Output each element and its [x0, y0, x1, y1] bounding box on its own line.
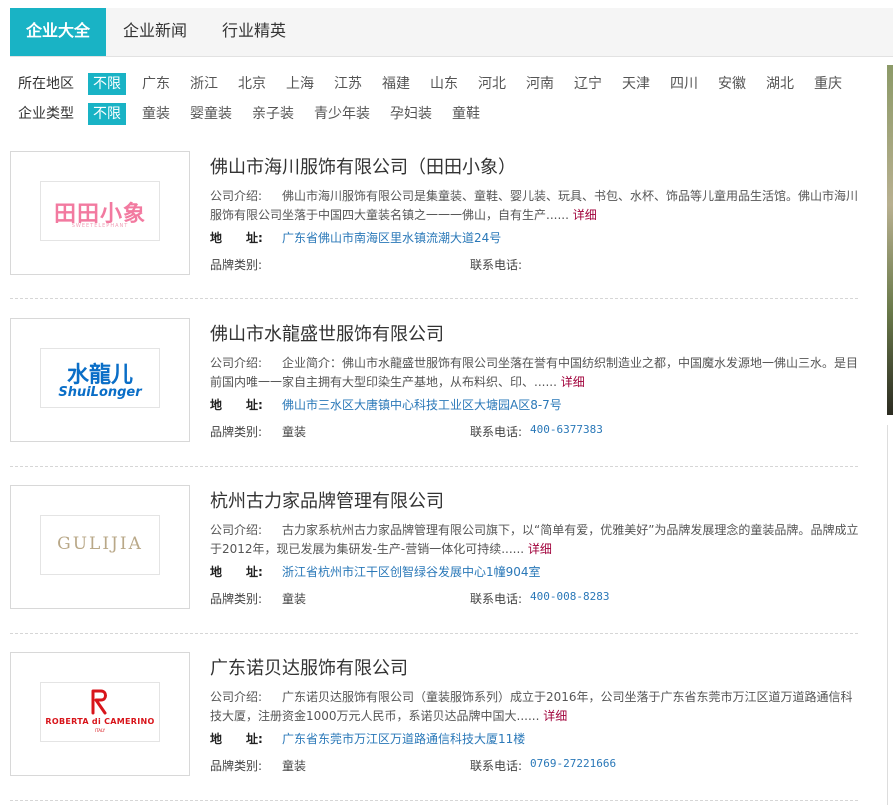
logo-subtext: ShuiLonger — [58, 385, 142, 400]
region-option[interactable]: 四川 — [670, 73, 698, 95]
intro-label: 公司介绍: — [210, 690, 263, 704]
region-option[interactable]: 北京 — [238, 73, 266, 95]
brand-value: 童装 — [282, 759, 307, 773]
company-card: ROBERTA di CAMERINO ITALY 广东诺贝达服饰有限公司 公司… — [10, 652, 860, 802]
region-option[interactable]: 天津 — [622, 73, 650, 95]
type-option[interactable]: 青少年装 — [314, 103, 370, 125]
type-filter-label: 企业类型 — [18, 106, 74, 122]
region-option[interactable]: 河北 — [478, 73, 506, 95]
roberta-r-icon — [91, 689, 107, 715]
phone-label: 联系电话: — [470, 759, 523, 773]
logo-frame: 水龍儿 ShuiLonger — [40, 348, 160, 408]
region-option[interactable]: 浙江 — [190, 73, 218, 95]
region-option[interactable]: 辽宁 — [574, 73, 602, 95]
type-option[interactable]: 亲子装 — [252, 103, 294, 125]
company-name[interactable]: 佛山市水龍盛世服饰有限公司 — [210, 320, 444, 346]
region-option[interactable]: 江苏 — [334, 73, 362, 95]
detail-link[interactable]: 详细 — [561, 375, 585, 389]
brand-label: 品牌类别: — [210, 425, 263, 439]
phone-value[interactable]: 400-6377383 — [530, 423, 603, 436]
address-label: 地 址: — [210, 231, 263, 245]
phone-label: 联系电话: — [470, 258, 523, 272]
tab-bar: 企业大全 企业新闻 行业精英 — [10, 8, 893, 57]
address-link[interactable]: 佛山市三水区大唐镇中心科技工业区大塘园A区8-7号 — [282, 396, 562, 413]
intro-ellipsis: ...... — [546, 208, 569, 222]
company-logo[interactable]: 田田小象 SWEETELEPHANT — [10, 151, 190, 275]
phone-label: 联系电话: — [470, 592, 523, 606]
tab-industry-elite[interactable]: 行业精英 — [204, 8, 304, 56]
tab-enterprise-directory[interactable]: 企业大全 — [10, 8, 106, 56]
intro-label: 公司介绍: — [210, 356, 263, 370]
region-option[interactable]: 上海 — [286, 73, 314, 95]
card-divider — [10, 466, 858, 467]
tab-enterprise-news[interactable]: 企业新闻 — [106, 8, 204, 56]
company-name[interactable]: 广东诺贝达服饰有限公司 — [210, 654, 408, 680]
logo-text: GULIJIA — [57, 534, 143, 554]
intro-ellipsis: ...... — [516, 709, 540, 723]
company-card: 田田小象 SWEETELEPHANT 佛山市海川服饰有限公司（田田小象） 公司介… — [10, 151, 860, 301]
logo-subtext: SWEETELEPHANT — [71, 223, 129, 229]
intro-ellipsis: ...... — [534, 375, 557, 389]
card-divider — [10, 800, 858, 801]
region-option-any[interactable]: 不限 — [88, 73, 126, 95]
logo-text: ROBERTA di CAMERINO — [45, 717, 155, 726]
company-intro: 公司介绍: 企业简介：佛山市水龍盛世服饰有限公司坐落在誉有中国纺织制造业之都，中… — [210, 354, 862, 392]
logo-subtext: ITALY — [94, 728, 106, 733]
region-option[interactable]: 湖北 — [766, 73, 794, 95]
region-filter-label: 所在地区 — [18, 76, 74, 92]
company-logo[interactable]: GULIJIA — [10, 485, 190, 609]
brand-value: 童装 — [282, 425, 307, 439]
type-option[interactable]: 童装 — [142, 103, 170, 125]
company-intro: 公司介绍: 佛山市海川服饰有限公司是集童装、童鞋、婴儿装、玩具、书包、水杯、饰品… — [210, 187, 862, 225]
address-label: 地 址: — [210, 565, 263, 579]
brand-label: 品牌类别: — [210, 592, 263, 606]
region-option[interactable]: 安徽 — [718, 73, 746, 95]
address-label: 地 址: — [210, 398, 263, 412]
type-option[interactable]: 童鞋 — [452, 103, 480, 125]
sidebar-edge — [887, 425, 893, 805]
type-option-any[interactable]: 不限 — [88, 103, 126, 125]
logo-frame: GULIJIA — [40, 515, 160, 575]
logo-frame: ROBERTA di CAMERINO ITALY — [40, 682, 160, 742]
company-intro: 公司介绍: 广东诺贝达服饰有限公司（童装服饰系列）成立于2016年，公司坐落于广… — [210, 688, 862, 726]
company-card: GULIJIA 杭州古力家品牌管理有限公司 公司介绍: 古力家系杭州古力家品牌管… — [10, 485, 860, 635]
region-option[interactable]: 山东 — [430, 73, 458, 95]
address-link[interactable]: 广东省佛山市南海区里水镇流潮大道24号 — [282, 229, 501, 246]
type-option[interactable]: 婴童装 — [190, 103, 232, 125]
address-label: 地 址: — [210, 732, 263, 746]
region-option[interactable]: 广东 — [142, 73, 170, 95]
company-name[interactable]: 杭州古力家品牌管理有限公司 — [210, 487, 444, 513]
company-logo[interactable]: 水龍儿 ShuiLonger — [10, 318, 190, 442]
address-link[interactable]: 广东省东莞市万江区万道路通信科技大厦11楼 — [282, 730, 525, 747]
intro-text: 佛山市海川服饰有限公司是集童装、童鞋、婴儿装、玩具、书包、水杯、饰品等儿童用品生… — [210, 189, 859, 222]
brand-value: 童装 — [282, 592, 307, 606]
address-link[interactable]: 浙江省杭州市江干区创智绿谷发展中心1幢904室 — [282, 563, 541, 580]
card-divider — [10, 633, 858, 634]
detail-link[interactable]: 详细 — [528, 542, 552, 556]
brand-label: 品牌类别: — [210, 759, 263, 773]
intro-label: 公司介绍: — [210, 189, 263, 203]
region-option[interactable]: 重庆 — [814, 73, 842, 95]
intro-ellipsis: ...... — [501, 542, 525, 556]
brand-label: 品牌类别: — [210, 258, 263, 272]
logo-frame: 田田小象 SWEETELEPHANT — [40, 181, 160, 241]
phone-value[interactable]: 0769-27221666 — [530, 757, 616, 770]
card-divider — [10, 298, 858, 299]
sidebar-image[interactable] — [887, 65, 893, 415]
detail-link[interactable]: 详细 — [573, 208, 597, 222]
region-option[interactable]: 河南 — [526, 73, 554, 95]
company-logo[interactable]: ROBERTA di CAMERINO ITALY — [10, 652, 190, 776]
company-intro: 公司介绍: 古力家系杭州古力家品牌管理有限公司旗下，以“简单有爱，优雅美好”为品… — [210, 521, 862, 559]
region-option[interactable]: 福建 — [382, 73, 410, 95]
detail-link[interactable]: 详细 — [543, 709, 567, 723]
company-card: 水龍儿 ShuiLonger 佛山市水龍盛世服饰有限公司 公司介绍: 企业简介：… — [10, 318, 860, 468]
phone-value[interactable]: 400-008-8283 — [530, 590, 609, 603]
intro-label: 公司介绍: — [210, 523, 263, 537]
phone-label: 联系电话: — [470, 425, 523, 439]
type-option[interactable]: 孕妇装 — [390, 103, 432, 125]
company-name[interactable]: 佛山市海川服饰有限公司（田田小象） — [210, 153, 516, 179]
